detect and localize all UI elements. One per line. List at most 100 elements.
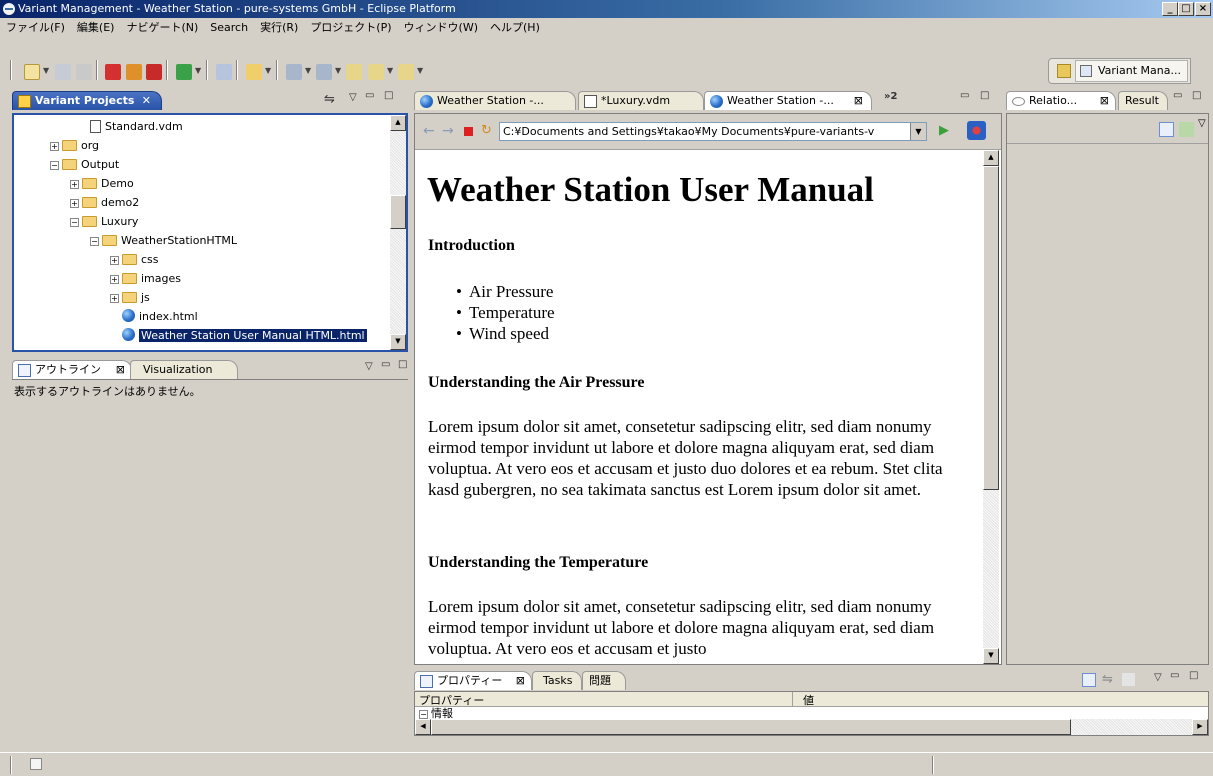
- run-icon[interactable]: [176, 64, 192, 80]
- prev-annotation-icon[interactable]: [316, 64, 332, 80]
- close-tab-icon[interactable]: ⊠: [116, 361, 125, 379]
- maximize-view-icon[interactable]: □: [980, 90, 989, 101]
- tree-item[interactable]: + org: [50, 136, 99, 155]
- scroll-thumb[interactable]: [983, 166, 999, 490]
- address-field[interactable]: C:¥Documents and Settings¥takao¥My Docum…: [499, 122, 927, 141]
- advanced-icon[interactable]: [1122, 673, 1135, 686]
- tree-item[interactable]: + images: [110, 269, 181, 288]
- forward-dropdown-icon[interactable]: ▼: [417, 66, 423, 75]
- tab-problems[interactable]: 問題: [582, 671, 626, 690]
- tree-scrollbar[interactable]: ▲ ▼: [390, 115, 406, 350]
- tree-item[interactable]: + demo2: [70, 193, 139, 212]
- more-tabs-button[interactable]: »2: [884, 91, 897, 102]
- minimize-view-icon[interactable]: ▭: [1170, 670, 1179, 681]
- tab-tasks[interactable]: Tasks: [532, 671, 582, 690]
- view-menu-icon[interactable]: ▽: [365, 361, 373, 372]
- tab-weather-station-1[interactable]: Weather Station -...: [414, 91, 576, 110]
- menu-help[interactable]: ヘルプ(H): [484, 18, 546, 38]
- tree-item[interactable]: − WeatherStationHTML: [90, 231, 237, 250]
- address-dropdown-icon[interactable]: ▼: [910, 123, 926, 140]
- close-tab-icon[interactable]: ⊠: [516, 672, 525, 690]
- collapse-icon[interactable]: −: [90, 237, 99, 246]
- menu-run[interactable]: 実行(R): [254, 18, 304, 38]
- tree-item[interactable]: − Luxury: [70, 212, 138, 231]
- minimize-view-icon[interactable]: ▭: [365, 90, 374, 101]
- maximize-button[interactable]: □: [1178, 2, 1194, 16]
- open-folder-icon[interactable]: [246, 64, 262, 80]
- collapse-icon[interactable]: −: [70, 218, 79, 227]
- tab-weather-station-active[interactable]: Weather Station -... ⊠: [704, 91, 872, 110]
- run-dropdown-icon[interactable]: ▼: [195, 66, 201, 75]
- categories-icon[interactable]: [1082, 673, 1096, 687]
- tab-visualization[interactable]: Visualization: [130, 360, 238, 379]
- menu-edit[interactable]: 編集(E): [71, 18, 121, 38]
- tab-luxury-vdm[interactable]: *Luxury.vdm: [578, 91, 704, 110]
- tree-item-selected[interactable]: Weather Station User Manual HTML.html: [122, 326, 367, 345]
- perspective-variant-management[interactable]: Variant Mana...: [1075, 60, 1188, 82]
- close-button[interactable]: ×: [1195, 2, 1211, 16]
- link-with-editor-icon[interactable]: ⇋: [324, 92, 335, 107]
- close-tab-icon[interactable]: ⊠: [1100, 92, 1109, 110]
- view-menu-icon[interactable]: ▽: [349, 92, 357, 103]
- forward-icon[interactable]: [398, 64, 414, 80]
- minimize-view-icon[interactable]: ▭: [1173, 90, 1182, 101]
- next-annotation-dropdown-icon[interactable]: ▼: [305, 66, 311, 75]
- column-value[interactable]: 値: [803, 692, 814, 708]
- last-edit-icon[interactable]: [346, 64, 362, 80]
- open-perspective-icon[interactable]: [1057, 64, 1071, 78]
- save-icon[interactable]: [55, 64, 71, 80]
- back-dropdown-icon[interactable]: ▼: [387, 66, 393, 75]
- expand-icon[interactable]: +: [70, 199, 79, 208]
- tab-result[interactable]: Result: [1118, 91, 1168, 110]
- close-tab-icon[interactable]: ⊠: [854, 92, 863, 110]
- tree-item[interactable]: + js: [110, 288, 150, 307]
- menu-window[interactable]: ウィンドウ(W): [398, 18, 484, 38]
- menu-file[interactable]: ファイル(F): [0, 18, 71, 38]
- graph-layout-icon[interactable]: [1179, 122, 1194, 137]
- minimize-view-icon[interactable]: ▭: [960, 90, 969, 101]
- expand-icon[interactable]: +: [50, 142, 59, 151]
- back-icon[interactable]: [368, 64, 384, 80]
- tab-variant-projects[interactable]: Variant Projects ✕: [12, 91, 162, 110]
- refresh-icon[interactable]: ↻: [481, 123, 492, 138]
- scroll-down-icon[interactable]: ▼: [983, 648, 999, 664]
- scroll-thumb[interactable]: [431, 719, 1071, 735]
- maximize-view-icon[interactable]: □: [1189, 670, 1198, 681]
- tab-outline[interactable]: アウトライン ⊠: [12, 360, 132, 379]
- tree-item[interactable]: + Demo: [70, 174, 134, 193]
- menu-project[interactable]: プロジェクト(P): [304, 18, 397, 38]
- expand-icon[interactable]: +: [110, 256, 119, 265]
- new-dropdown-icon[interactable]: ▼: [43, 66, 49, 75]
- filter-icon[interactable]: ⇋: [1102, 672, 1113, 687]
- view-menu-icon[interactable]: ▽: [1198, 118, 1206, 129]
- collapse-icon[interactable]: −: [419, 710, 428, 719]
- tab-relations[interactable]: Relatio... ⊠: [1006, 91, 1116, 110]
- minimize-view-icon[interactable]: ▭: [381, 359, 390, 370]
- tree-item[interactable]: Standard.vdm: [90, 117, 183, 136]
- tree-layout-icon[interactable]: [1159, 122, 1174, 137]
- tab-properties[interactable]: プロパティー ⊠: [414, 671, 532, 690]
- back-arrow-icon[interactable]: ←: [423, 123, 435, 139]
- tree-item[interactable]: + css: [110, 250, 159, 269]
- open-dropdown-icon[interactable]: ▼: [265, 66, 271, 75]
- web-icon[interactable]: [967, 121, 986, 140]
- transform-icon[interactable]: [126, 64, 142, 80]
- scroll-down-icon[interactable]: ▼: [390, 334, 406, 350]
- document-scrollbar[interactable]: ▲ ▼: [983, 150, 999, 664]
- model-icon[interactable]: [146, 64, 162, 80]
- variant-icon[interactable]: [105, 64, 121, 80]
- minimize-button[interactable]: _: [1162, 2, 1178, 16]
- fast-view-icon[interactable]: [30, 758, 42, 770]
- maximize-view-icon[interactable]: □: [398, 359, 407, 370]
- scroll-right-icon[interactable]: ▶: [1192, 719, 1208, 735]
- edit-icon[interactable]: [216, 64, 232, 80]
- new-icon[interactable]: [24, 64, 40, 80]
- column-property[interactable]: プロパティー: [419, 692, 484, 708]
- prev-annotation-dropdown-icon[interactable]: ▼: [335, 66, 341, 75]
- print-icon[interactable]: [76, 64, 92, 80]
- menu-search[interactable]: Search: [204, 18, 254, 38]
- scroll-up-icon[interactable]: ▲: [390, 115, 406, 131]
- go-icon[interactable]: ▶: [939, 123, 949, 138]
- maximize-view-icon[interactable]: □: [384, 90, 393, 101]
- collapse-icon[interactable]: −: [50, 161, 59, 170]
